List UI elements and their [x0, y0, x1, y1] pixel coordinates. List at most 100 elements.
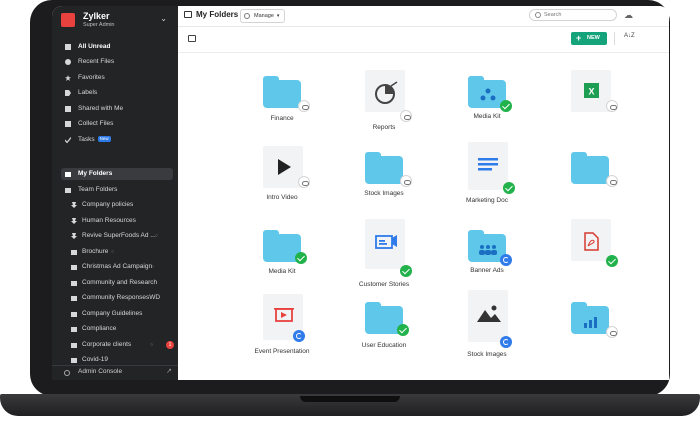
sync-status-icon	[293, 330, 305, 342]
file-tile[interactable]: Marketing Doc	[446, 142, 526, 212]
sidebar-item-shared-with-me[interactable]: Shared with Me	[63, 103, 173, 115]
team-folder-label: Community ResponsesWD	[82, 294, 161, 301]
team-folder-icon	[71, 358, 77, 363]
org-switcher[interactable]: Zylker Super Admin ⌄	[61, 10, 169, 32]
folder-thumbnail	[363, 146, 405, 188]
file-tile[interactable]: Reports	[343, 70, 423, 140]
file-tile[interactable]: Media Kit	[446, 70, 526, 140]
document-icon	[468, 142, 508, 190]
pin-icon	[71, 218, 77, 224]
sidebar-item-all-unread[interactable]: All Unread	[63, 41, 173, 53]
admin-console-label: Admin Console	[78, 368, 123, 375]
excel-thumbnail: X	[569, 70, 611, 112]
sidebar-item-label: My Folders	[78, 170, 113, 177]
file-tile[interactable]: X	[549, 70, 629, 140]
check-status-icon	[400, 265, 412, 277]
sidebar-item-labels[interactable]: Labels	[63, 87, 173, 99]
sidebar-item-label: Collect Files	[78, 120, 114, 127]
team-folder-label: Company Guidelines	[82, 310, 143, 317]
admin-console-link[interactable]: Admin Console ↗	[52, 365, 178, 380]
team-folder-icon	[71, 296, 77, 301]
team-folder-item[interactable]: Company Guidelines	[63, 308, 173, 320]
team-folder-item[interactable]: Company policies	[63, 199, 173, 211]
org-role: Super Admin	[83, 22, 115, 28]
sidebar-item-recent-files[interactable]: Recent Files	[63, 56, 173, 68]
svg-text:X: X	[588, 87, 594, 97]
manage-label: Manage	[254, 13, 274, 19]
new-badge: New	[97, 136, 111, 143]
file-tile[interactable]	[549, 146, 629, 216]
team-folder-item[interactable]: Compliance	[63, 323, 173, 335]
file-name: Media Kit	[268, 268, 296, 275]
unread-count-badge: 1	[166, 341, 174, 349]
pin-icon	[71, 202, 77, 208]
file-name: User Education	[361, 342, 407, 349]
file-tile[interactable]: Banner Ads	[446, 224, 526, 294]
search-input[interactable]	[544, 10, 614, 20]
lock-icon: ○	[111, 249, 115, 255]
presentation-share-icon	[365, 219, 405, 269]
unread-icon	[65, 44, 71, 50]
team-folder-label: Corporate clients	[82, 341, 132, 348]
file-tile[interactable]: Intro Video	[241, 146, 321, 216]
folder-icon	[571, 152, 609, 184]
sidebar-item-label: Labels	[78, 89, 98, 96]
folder-info-icon[interactable]	[188, 35, 196, 42]
team-folder-item[interactable]: Community ResponsesWD	[63, 292, 173, 304]
team-folder-label: Christmas Ad Campaign	[82, 263, 153, 270]
search-icon	[535, 12, 541, 18]
new-label: NEW	[587, 35, 600, 41]
sidebar-item-favorites[interactable]: Favorites	[63, 72, 173, 84]
file-tile[interactable]: Customer Stories	[343, 219, 423, 289]
sidebar-item-team-folders[interactable]: Team Folders	[63, 184, 173, 196]
sidebar-item-label: Favorites	[78, 74, 105, 81]
file-name: Banner Ads	[470, 267, 504, 274]
new-button[interactable]: + NEW	[571, 32, 607, 45]
team-folder-item[interactable]: Brochure ○	[63, 246, 173, 258]
file-tile[interactable]: User Education	[343, 296, 423, 366]
report-thumbnail	[363, 70, 405, 112]
team-folder-item[interactable]: Revive SuperFoods Ad ... ○	[63, 230, 173, 242]
chevron-down-icon: ▾	[276, 13, 280, 19]
sidebar-item-label-wrap: Tasks New	[78, 134, 111, 146]
file-tile[interactable]	[549, 296, 629, 366]
file-tile[interactable]: Finance	[241, 70, 321, 140]
sidebar-item-tasks[interactable]: Tasks New	[63, 134, 173, 146]
team-folder-item[interactable]: Corporate clients ○ 1	[63, 339, 174, 351]
file-tile[interactable]	[549, 219, 629, 289]
team-folder-label: Compliance	[82, 325, 117, 332]
team-folder-item[interactable]: Community and Research	[63, 277, 173, 289]
folder-thumbnail	[569, 146, 611, 188]
video-thumbnail	[261, 146, 303, 188]
image-icon	[468, 290, 508, 342]
sidebar-item-my-folders[interactable]: My Folders	[61, 168, 173, 180]
cloud-status-icon	[298, 100, 310, 112]
page-title: My Folders	[196, 10, 239, 19]
header: My Folders Manage▾ ☁	[178, 6, 669, 27]
gear-icon	[244, 13, 250, 19]
admin-icon	[64, 370, 70, 376]
file-tile[interactable]: Stock Images	[446, 290, 526, 360]
sync-status-icon	[500, 336, 512, 348]
folder-icon	[184, 11, 192, 18]
task-icon	[65, 137, 71, 143]
team-folder-item[interactable]: Human Resources	[63, 215, 173, 227]
file-tile[interactable]: Media Kit	[241, 224, 321, 294]
check-status-icon	[503, 182, 515, 194]
sidebar-item-label: Team Folders	[78, 186, 118, 193]
chevron-down-icon[interactable]: ⌄	[160, 14, 167, 23]
manage-button[interactable]: Manage ▾	[240, 9, 286, 23]
cloud-sync-icon[interactable]: ☁	[624, 10, 633, 21]
sidebar-item-label: Tasks	[78, 136, 95, 143]
team-folder-label: Brochure	[82, 248, 109, 255]
team-folder-icon	[71, 281, 77, 286]
sidebar-item-collect-files[interactable]: Collect Files	[63, 118, 173, 130]
team-folder-item[interactable]: Christmas Ad Campaign ○	[63, 261, 173, 273]
file-name: Media Kit	[473, 113, 501, 120]
file-tile[interactable]: Stock Images	[343, 146, 423, 216]
file-tile[interactable]: Event Presentation	[241, 294, 321, 364]
cloud-status-icon	[400, 110, 412, 122]
pin-icon	[71, 233, 77, 239]
sort-button[interactable]: A↓Z	[624, 33, 635, 39]
plus-icon: +	[576, 33, 582, 43]
